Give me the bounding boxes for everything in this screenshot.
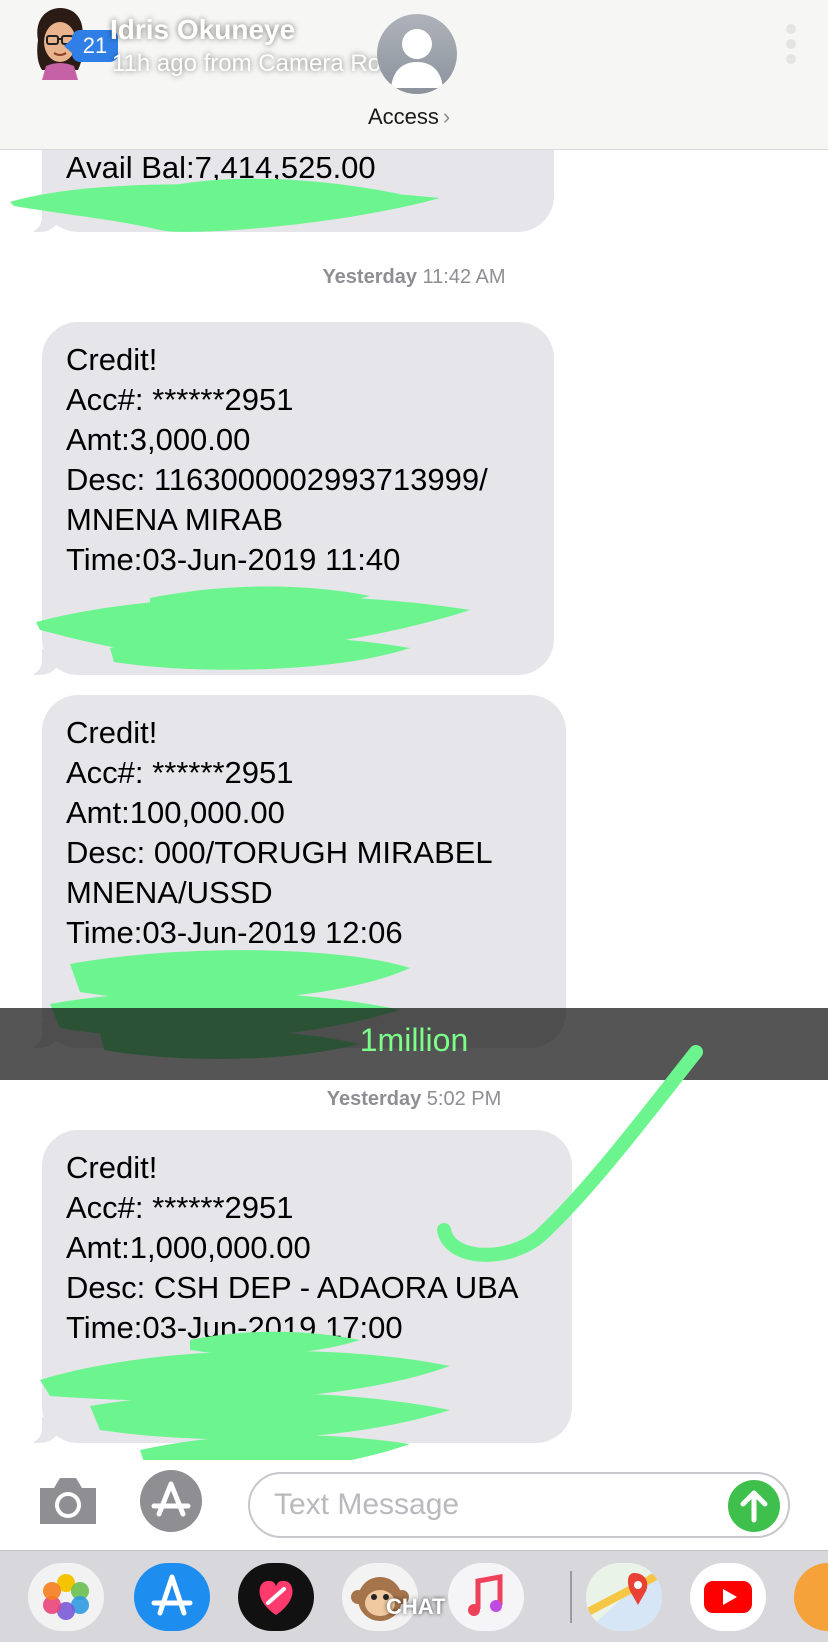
chevron-right-icon: ›	[442, 104, 451, 129]
access-link[interactable]: Access ›	[368, 104, 450, 130]
access-label: Access	[368, 104, 439, 129]
message-composer	[0, 1460, 828, 1546]
story-author-name: Idris Okuneye	[110, 14, 296, 45]
timestamp: Yesterday 5:02 PM	[0, 1088, 828, 1111]
timestamp-time: 11:42 AM	[422, 266, 506, 288]
message-line: Desc: 1163000002993713999/	[66, 462, 488, 497]
message-line: Time:03-Jun-2019 11:40	[66, 542, 401, 577]
message-line: Credit!	[66, 342, 158, 377]
caption-bar: 1million	[0, 1008, 828, 1080]
chat-label: CHAT	[386, 1594, 446, 1619]
story-subtitle: 11h ago from Camera Roll	[112, 50, 392, 77]
divider	[570, 1571, 572, 1623]
message-bubble[interactable]: Credit! Acc#: ******2951 Amt:100,000.00 …	[28, 695, 566, 1048]
music-icon[interactable]	[448, 1563, 524, 1631]
message-line: Time:03-Jun-2019 12:06	[66, 915, 403, 950]
timestamp-day: Yesterday	[322, 266, 417, 288]
timestamp: Yesterday 11:42 AM	[0, 266, 828, 289]
message-bubble[interactable]: Credit! Acc#: ******2951 Amt:3,000.00 De…	[28, 322, 554, 675]
message-bubble[interactable]: Credit! Acc#: ******2951 Amt:1,000,000.0…	[28, 1130, 572, 1443]
message-line: MNENA/USSD	[66, 875, 273, 910]
message-line: Desc: CSH DEP - ADAORA UBA	[66, 1270, 519, 1305]
camera-icon[interactable]	[36, 1474, 100, 1528]
app-icon-partial[interactable]	[794, 1563, 828, 1631]
digital-touch-icon[interactable]	[238, 1563, 314, 1631]
story-header: 21 Idris Okuneye 11h ago from Camera Rol…	[0, 0, 828, 150]
message-line: Amt:3,000.00	[66, 422, 251, 457]
app-store-icon[interactable]	[134, 1563, 210, 1631]
screen: Avail Bal:7,414,525.00 Yesterday 11:42 A…	[0, 0, 828, 1642]
text-message-input[interactable]	[248, 1472, 790, 1538]
photos-icon[interactable]	[28, 1563, 104, 1631]
message-line: Credit!	[66, 715, 158, 750]
message-line: Amt:1,000,000.00	[66, 1230, 311, 1265]
message-line: Acc#: ******2951	[66, 1190, 294, 1225]
youtube-icon[interactable]	[690, 1563, 766, 1631]
message-line: Avail Bal:7,414,525.00	[66, 150, 376, 185]
message-line: Acc#: ******2951	[66, 382, 294, 417]
app-store-icon	[151, 1481, 191, 1517]
message-line: Desc: 000/TORUGH MIRABEL	[66, 835, 493, 870]
arrow-up-icon	[740, 1490, 768, 1523]
send-button[interactable]	[728, 1480, 780, 1532]
message-line: Amt:100,000.00	[66, 795, 285, 830]
contact-avatar[interactable]	[377, 14, 457, 94]
app-store-button[interactable]	[140, 1470, 202, 1532]
caption-text: 1million	[359, 1022, 469, 1058]
message-line: Acc#: ******2951	[66, 755, 294, 790]
more-options-icon[interactable]	[784, 24, 798, 68]
timestamp-time: 5:02 PM	[426, 1088, 502, 1110]
message-line: MNENA MIRAB	[66, 502, 284, 537]
person-silhouette-icon	[391, 29, 443, 88]
maps-icon[interactable]	[586, 1563, 662, 1631]
message-line: Time:03-Jun-2019 17:00	[66, 1310, 403, 1345]
timestamp-day: Yesterday	[326, 1088, 422, 1110]
message-line: Credit!	[66, 1150, 158, 1185]
